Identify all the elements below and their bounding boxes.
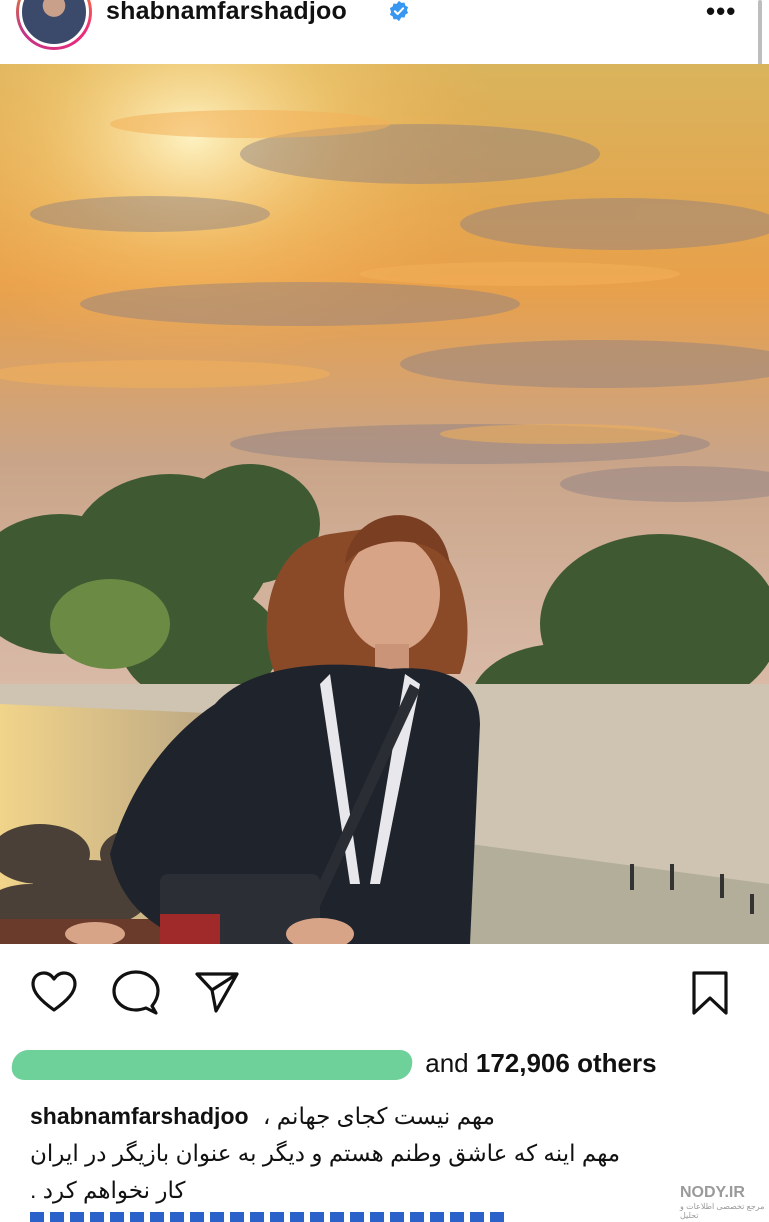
avatar-image [19, 0, 89, 47]
photo-illustration [0, 64, 769, 944]
caption-line-3: کار نخواهم کرد . [30, 1172, 730, 1209]
likes-suffix: others [577, 1048, 657, 1078]
caption-text: مهم اینه که عاشق وطنم هستم و دیگر به عنو… [30, 1140, 621, 1166]
likes-prefix: and [425, 1048, 469, 1078]
site-watermark: NODY.IR مرجع تخصصی اطلاعات و تحلیل [680, 1184, 769, 1220]
share-icon[interactable] [194, 970, 240, 1014]
post-caption: shabnamfarshadjoo مهم نیست کجای جهانم ، … [30, 1098, 730, 1209]
more-options-icon[interactable]: ••• [706, 0, 736, 27]
caption-username[interactable]: shabnamfarshadjoo [30, 1103, 249, 1129]
bookmark-icon[interactable] [690, 970, 730, 1016]
avatar[interactable] [16, 0, 92, 50]
caption-text: مهم نیست کجای جهانم ، [262, 1103, 495, 1129]
post-photo[interactable] [0, 64, 769, 944]
likes-summary[interactable]: and 172,906 others [9, 1048, 657, 1081]
likes-count: 172,906 [475, 1048, 570, 1078]
watermark-text: NODY.IR [680, 1184, 745, 1201]
post-actions [0, 944, 769, 1044]
cut-off-comment-link[interactable] [30, 1212, 510, 1222]
comment-icon[interactable] [112, 970, 160, 1016]
redacted-likers [9, 1050, 415, 1081]
verified-badge-icon [389, 0, 409, 22]
caption-text: کار نخواهم کرد . [30, 1177, 186, 1203]
username-link[interactable]: shabnamfarshadjoo [106, 0, 347, 26]
watermark-subtext: مرجع تخصصی اطلاعات و تحلیل [680, 1202, 765, 1220]
heart-icon[interactable] [30, 970, 78, 1014]
post-header: shabnamfarshadjoo ••• [0, 0, 769, 128]
caption-line-2: مهم اینه که عاشق وطنم هستم و دیگر به عنو… [30, 1135, 730, 1172]
caption-line-1: shabnamfarshadjoo مهم نیست کجای جهانم ، [30, 1098, 730, 1135]
